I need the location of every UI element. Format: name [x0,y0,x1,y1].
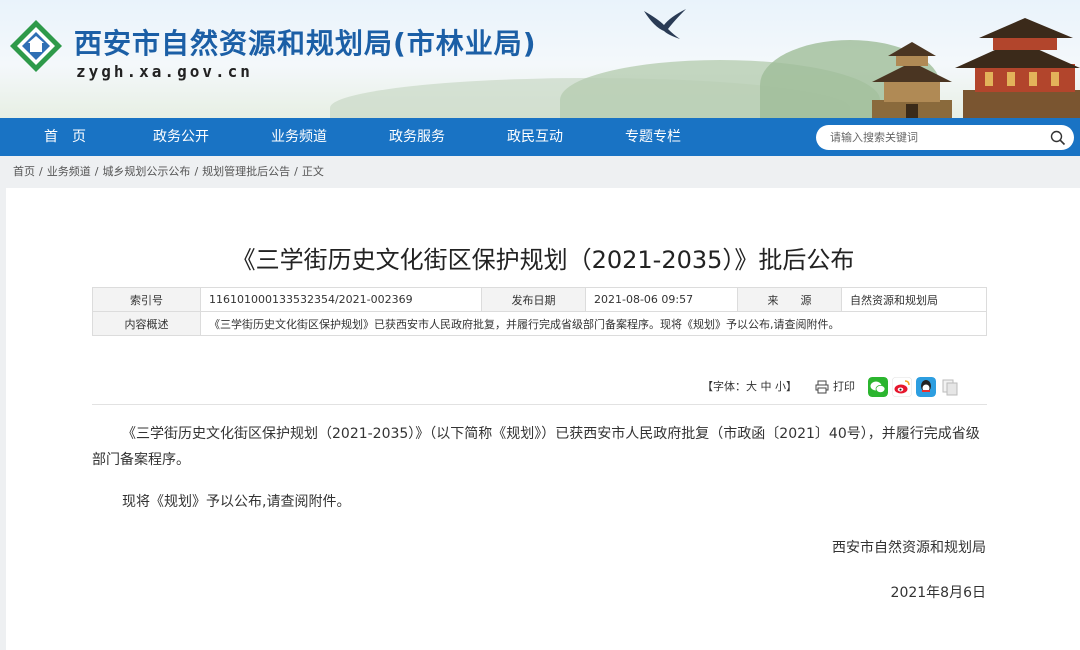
site-logo-icon[interactable] [8,18,64,74]
nav-item-gov-affairs-open[interactable]: 政务公开 [153,118,209,156]
breadcrumb-planning-notices[interactable]: 规划管理批后公告 [202,165,290,178]
source-label: 来 源 [737,287,842,312]
date-value: 2021-08-06 09:57 [585,287,738,312]
search-box [816,125,1074,150]
summary-label: 内容概述 [92,311,201,336]
article-meta-table: 索引号 116101000133532354/2021-002369 发布日期 … [92,287,987,336]
copy-icon[interactable] [940,377,960,397]
nav-item-interaction[interactable]: 政民互动 [507,118,563,156]
date-label: 发布日期 [481,287,586,312]
weibo-icon[interactable] [892,377,912,397]
main-nav: 首 页 政务公开 业务频道 政务服务 政民互动 专题专栏 [0,118,1080,156]
font-size-control: 【字体：大 中 小】 [702,380,797,393]
source-value: 自然资源和规划局 [841,287,987,312]
nav-item-gov-services[interactable]: 政务服务 [389,118,445,156]
site-title[interactable]: 西安市自然资源和规划局(市林业局) [74,22,537,62]
header-banner: 西安市自然资源和规划局(市林业局) zygh.xa.gov.cn [0,0,1080,118]
site-url: zygh.xa.gov.cn [76,62,253,81]
nav-item-business[interactable]: 业务频道 [271,118,327,156]
nav-item-home[interactable]: 首 页 [44,118,86,156]
wechat-icon[interactable] [868,377,888,397]
body-paragraph: 现将《规划》予以公布,请查阅附件。 [122,494,351,510]
search-icon[interactable] [1050,130,1066,146]
font-size-large[interactable]: 大 [746,380,757,393]
swallow-bird-icon [644,9,686,39]
print-icon[interactable] [815,380,829,394]
temple-icon [955,18,1080,118]
breadcrumb-home[interactable]: 首页 [13,165,35,178]
index-value: 116101000133532354/2021-002369 [200,287,482,312]
breadcrumb-current: 正文 [301,165,324,178]
nav-item-special-topics[interactable]: 专题专栏 [625,118,681,156]
breadcrumb: 首页 / 业务频道 / 城乡规划公示公布 / 规划管理批后公告 / 正文 [13,165,324,178]
summary-value: 《三学街历史文化街区保护规划》已获西安市人民政府批复，并履行完成省级部门备案程序… [200,311,987,336]
print-button[interactable]: 打印 [833,376,855,398]
qq-icon[interactable] [916,377,936,397]
index-label: 索引号 [92,287,201,312]
article-panel: 《三学街历史文化街区保护规划（2021-2035）》批后公布 索引号 11610… [6,188,1080,650]
breadcrumb-business[interactable]: 业务频道 [47,165,91,178]
article-title: 《三学街历史文化街区保护规划（2021-2035）》批后公布 [231,246,855,274]
search-input[interactable] [830,125,1030,150]
signature-org: 西安市自然资源和规划局 [832,540,986,556]
content-divider [92,404,987,405]
font-size-small[interactable]: 小 [775,380,786,393]
breadcrumb-urban-planning[interactable]: 城乡规划公示公布 [102,165,190,178]
pagoda-icon [872,42,952,118]
body-paragraph: 《三学街历史文化街区保护规划（2021-2035）》（以下简称《规划》）已获西安… [92,426,980,468]
font-size-medium[interactable]: 中 [761,380,772,393]
signature-date: 2021年8月6日 [890,585,986,601]
